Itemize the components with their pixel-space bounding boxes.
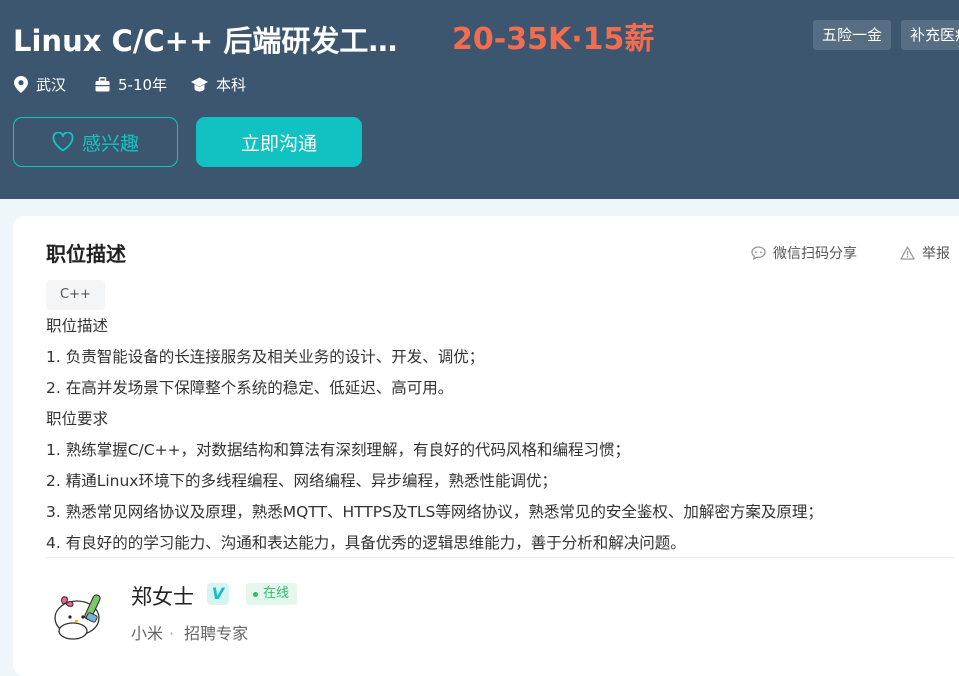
description-line: 职位描述 bbox=[46, 317, 109, 335]
salary: 20-35K·15薪 bbox=[452, 22, 655, 57]
skill-tag[interactable]: C++ bbox=[46, 280, 105, 310]
description-line: 1. 负责智能设备的长连接服务及相关业务的设计、开发、调优； bbox=[46, 348, 485, 366]
chat-now-button-label: 立即沟通 bbox=[240, 132, 317, 155]
briefcase-icon bbox=[95, 76, 110, 91]
interest-button[interactable]: 感兴趣 bbox=[13, 117, 178, 167]
section-title: 职位描述 bbox=[46, 242, 126, 266]
education-text: 本科 bbox=[216, 75, 247, 94]
job-education: 本科 bbox=[191, 73, 246, 95]
recruiter-avatar[interactable] bbox=[49, 582, 109, 642]
wechat-share-button[interactable]: 微信扫码分享 bbox=[751, 243, 857, 263]
online-dot-icon bbox=[253, 591, 258, 597]
description-line: 4. 有良好的的学习能力、沟通和表达能力，具备优秀的逻辑思维能力，善于分析和解决… bbox=[46, 534, 686, 552]
verified-badge: V bbox=[207, 583, 229, 605]
location-pin-icon bbox=[14, 75, 28, 93]
report-button[interactable]: 举报 bbox=[900, 243, 950, 263]
description-line: 职位要求 bbox=[46, 410, 109, 428]
recruiter-company-role: 小米 · 招聘专家 bbox=[131, 620, 248, 644]
online-status-text: 在线 bbox=[263, 586, 290, 601]
description-line: 1. 熟练掌握C/C++，对数据结构和算法有深刻理解，有良好的代码风格和编程习惯… bbox=[46, 441, 631, 459]
welfare-tag: 五险一金 bbox=[813, 20, 892, 50]
online-status-badge: 在线 bbox=[246, 583, 298, 605]
job-header: Linux C/C++ 后端研发工… 20-35K·15薪 五险一金 补充医疗 … bbox=[0, 0, 959, 199]
separator: · bbox=[169, 624, 175, 643]
job-title: Linux C/C++ 后端研发工… bbox=[13, 24, 398, 58]
heart-icon bbox=[52, 132, 74, 152]
warning-icon bbox=[900, 246, 915, 260]
report-label: 举报 bbox=[922, 246, 950, 262]
job-location: 武汉 bbox=[14, 73, 66, 95]
share-label: 微信扫码分享 bbox=[773, 246, 857, 262]
graduation-cap-icon bbox=[191, 77, 208, 91]
description-line: 3. 熟悉常见网络协议及原理，熟悉MQTT、HTTPS及TLS等网络协议，熟悉常… bbox=[46, 503, 823, 521]
recruiter-role: 招聘专家 bbox=[184, 624, 249, 643]
chat-now-button[interactable]: 立即沟通 bbox=[196, 117, 362, 167]
welfare-tag: 补充医疗 bbox=[901, 20, 959, 50]
description-line: 2. 精通Linux环境下的多线程编程、网络编程、异步编程，熟悉性能调优； bbox=[46, 472, 557, 490]
chat-bubble-icon bbox=[751, 246, 766, 260]
job-detail-card: 职位描述 微信扫码分享 举报 C++ 职位描述 1. 负责智能设备的长连接服务及… bbox=[13, 216, 959, 676]
job-experience: 5-10年 bbox=[95, 73, 167, 95]
recruiter-company: 小米 bbox=[131, 624, 164, 643]
experience-text: 5-10年 bbox=[118, 75, 168, 94]
recruiter-name: 郑女士 bbox=[131, 585, 194, 609]
location-text: 武汉 bbox=[36, 75, 67, 94]
job-description-text: 职位描述 1. 负责智能设备的长连接服务及相关业务的设计、开发、调优； 2. 在… bbox=[46, 311, 823, 559]
interest-button-label: 感兴趣 bbox=[81, 132, 139, 155]
description-line: 2. 在高并发场景下保障整个系统的稳定、低延迟、高可用。 bbox=[46, 379, 454, 397]
divider bbox=[46, 557, 954, 558]
